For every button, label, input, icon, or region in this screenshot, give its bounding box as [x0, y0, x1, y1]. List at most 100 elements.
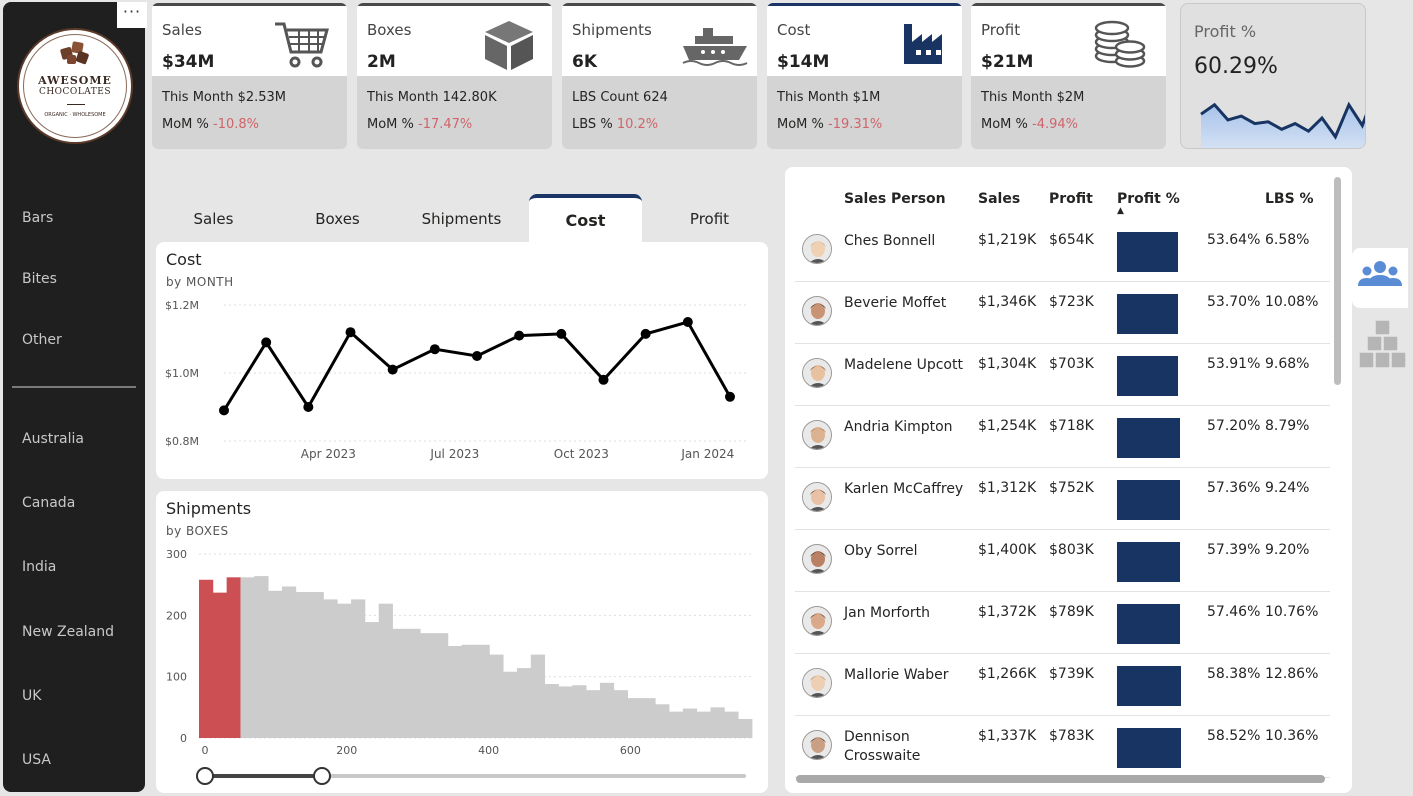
- people-view-button[interactable]: [1352, 248, 1408, 308]
- kpi-lbs-value: 10.2%: [616, 117, 659, 132]
- kpi-mom: MoM % -19.31%: [777, 117, 882, 132]
- logo-subtitle: CHOCOLATES: [38, 87, 112, 97]
- slicer-item-bars[interactable]: Bars: [22, 210, 53, 226]
- table-row[interactable]: Dennison Crosswaite $1,337K $783K 58.52% 10.3…: [795, 716, 1330, 778]
- kpi-header: Boxes 2M: [357, 3, 552, 76]
- cell-lbs-percent: 8.79%: [1265, 418, 1310, 434]
- avatar: [802, 730, 832, 760]
- slicer-item-usa[interactable]: USA: [22, 752, 51, 768]
- cell-lbs-percent: 9.68%: [1265, 356, 1310, 372]
- histogram-bar: [655, 704, 670, 738]
- chocolate-icon: [60, 41, 89, 65]
- avatar: [802, 544, 832, 574]
- histogram-bar-selected: [199, 579, 214, 738]
- column-header-sales[interactable]: Sales: [978, 191, 1020, 207]
- histogram-bar: [323, 599, 338, 738]
- cell-profit-percent: 53.70%: [1207, 294, 1261, 310]
- column-header-profit-percent[interactable]: Profit %: [1117, 191, 1180, 207]
- table-row[interactable]: Madelene Upcott $1,304K $703K 53.91% 9.68%: [795, 344, 1330, 406]
- column-header-sales-person[interactable]: Sales Person: [844, 191, 946, 207]
- vertical-scrollbar[interactable]: [1334, 177, 1341, 385]
- x-tick-label: Oct 2023: [554, 447, 609, 461]
- histogram-bar: [254, 576, 269, 738]
- kpi-this-month: This Month 142.80K: [367, 90, 497, 105]
- histogram-bar: [696, 711, 711, 738]
- boxes-stack-icon[interactable]: [1356, 318, 1410, 370]
- slicer-item-canada[interactable]: Canada: [22, 495, 75, 511]
- slicer-item-bites[interactable]: Bites: [22, 271, 57, 287]
- slicer-item-other[interactable]: Other: [22, 332, 62, 348]
- logo-title: AWESOME: [38, 74, 112, 87]
- cell-sales-person: Mallorie Waber: [844, 667, 949, 683]
- kpi-label: Sales: [162, 21, 202, 39]
- tab-cost[interactable]: Cost: [529, 194, 642, 244]
- person-photo-icon: [803, 669, 831, 697]
- slicer-item-new-zealand[interactable]: New Zealand: [22, 624, 114, 640]
- horizontal-scrollbar[interactable]: [796, 775, 1325, 783]
- sort-ascending-icon: ▲: [1117, 206, 1124, 216]
- table-row[interactable]: Mallorie Waber $1,266K $739K 58.38% 12.86%: [795, 654, 1330, 716]
- kpi-card-sales[interactable]: Sales $34M This Month $2.53M MoM % -10.8…: [152, 3, 347, 149]
- kpi-mom: MoM % -4.94%: [981, 117, 1078, 132]
- tab-boxes[interactable]: Boxes: [280, 194, 395, 244]
- column-header-profit[interactable]: Profit: [1049, 191, 1093, 207]
- cell-lbs-percent: 10.36%: [1265, 728, 1319, 744]
- tab-shipments[interactable]: Shipments: [404, 194, 519, 244]
- column-header-lbs-percent[interactable]: LBS %: [1265, 191, 1314, 207]
- kpi-card-cost[interactable]: Cost $14M This Month $1M MoM % -19.31%: [767, 3, 962, 149]
- kpi-mom-label: MoM %: [777, 117, 829, 132]
- slicer-item-australia[interactable]: Australia: [22, 431, 84, 447]
- shopping-cart-icon: [275, 22, 329, 68]
- kpi-mom-value: -19.31%: [828, 117, 883, 132]
- y-tick-label: 300: [166, 548, 187, 561]
- cost-data-point: [682, 317, 693, 327]
- histogram-bar: [364, 622, 380, 738]
- person-photo-icon: [803, 545, 831, 573]
- cell-sales-person: Jan Morforth: [844, 605, 931, 621]
- kpi-header: Shipments 6K: [562, 3, 757, 76]
- slicer-item-india[interactable]: India: [22, 559, 56, 575]
- table-row[interactable]: Karlen McCaffrey $1,312K $752K 57.36% 9.24%: [795, 468, 1330, 530]
- histogram-bar: [627, 698, 642, 738]
- histogram-bar: [599, 682, 615, 738]
- cost-data-point: [514, 330, 525, 341]
- kpi-card-boxes[interactable]: Boxes 2M This Month 142.80K MoM % -17.47…: [357, 3, 552, 149]
- profit-percent-card[interactable]: Profit % 60.29%: [1180, 3, 1366, 149]
- cell-profit: $803K: [1049, 542, 1094, 558]
- ship-icon: [682, 28, 748, 66]
- table-row[interactable]: Beverie Moffet $1,346K $723K 53.70% 10.08%: [795, 282, 1330, 344]
- cost-data-point: [387, 364, 398, 375]
- cell-sales-person: Madelene Upcott: [844, 357, 963, 373]
- histogram-bar: [544, 684, 559, 738]
- histogram-bar: [461, 644, 476, 738]
- cost-line-chart[interactable]: $1.2M $1.0M $0.8M Apr 2023 Jul 2023 Oct 2023 J…: [156, 242, 768, 479]
- box-icon: [485, 21, 533, 70]
- kpi-header: Cost $14M: [767, 3, 962, 76]
- histogram-bar: [516, 668, 532, 738]
- table-row[interactable]: Ches Bonnell $1,219K $654K 53.64% 6.58%: [795, 220, 1330, 282]
- slicer-item-uk[interactable]: UK: [22, 688, 41, 704]
- tab-sales[interactable]: Sales: [156, 194, 271, 244]
- profit-percent-bar: [1117, 604, 1181, 644]
- more-options-button[interactable]: ···: [117, 2, 147, 28]
- cost-data-point: [556, 328, 567, 339]
- kpi-value: 6K: [572, 52, 598, 72]
- table-row[interactable]: Oby Sorrel $1,400K $803K 57.39% 9.20%: [795, 530, 1330, 592]
- y-tick-label: $0.8M: [165, 435, 199, 448]
- histogram-bar: [434, 633, 449, 738]
- kpi-this-month: This Month $1M: [777, 90, 881, 105]
- table-row[interactable]: Jan Morforth $1,372K $789K 57.46% 10.76%: [795, 592, 1330, 654]
- profit-percent-bar: [1117, 418, 1181, 458]
- kpi-value: $34M: [162, 52, 215, 72]
- avatar: [802, 606, 832, 636]
- table-row[interactable]: Andria Kimpton $1,254K $718K 57.20% 8.79%: [795, 406, 1330, 468]
- shipments-histogram[interactable]: 300 200 100 0 0 200 400 600: [156, 491, 768, 793]
- kpi-mom: MoM % -17.47%: [367, 117, 472, 132]
- kpi-card-shipments[interactable]: Shipments 6K LBS Count 624 LBS % 10.2%: [562, 3, 757, 149]
- cost-data-point: [219, 405, 229, 416]
- tab-profit[interactable]: Profit: [652, 194, 767, 244]
- x-tick-label: 0: [202, 744, 209, 757]
- histogram-bar-selected: [212, 592, 228, 738]
- kpi-this-month: This Month $2M: [981, 90, 1085, 105]
- kpi-card-profit[interactable]: Profit $21M This Month $2M MoM % -4.94%: [971, 3, 1166, 149]
